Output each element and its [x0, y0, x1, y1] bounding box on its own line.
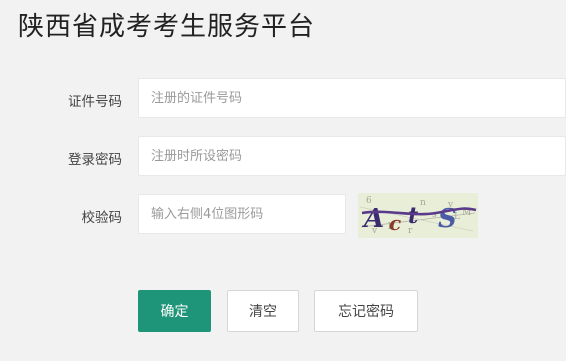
id-number-input[interactable] — [138, 78, 566, 118]
id-number-label: 证件号码 — [68, 94, 122, 110]
clear-button[interactable]: 清空 — [227, 290, 299, 332]
page-title: 陕西省成考考生服务平台 — [18, 12, 316, 42]
svg-text:A: A — [361, 204, 384, 234]
confirm-button[interactable]: 确定 — [138, 290, 211, 332]
captcha-graphic: 6 l n s v L M r v A c t S — [358, 193, 478, 238]
svg-text:n: n — [420, 198, 426, 208]
password-label: 登录密码 — [68, 152, 122, 168]
captcha-input[interactable] — [138, 194, 346, 234]
captcha-image[interactable]: 6 l n s v L M r v A c t S — [358, 193, 478, 238]
password-input[interactable] — [138, 136, 566, 176]
captcha-label: 校验码 — [81, 210, 123, 226]
svg-text:t: t — [408, 203, 418, 229]
svg-text:c: c — [389, 211, 401, 235]
forgot-password-button[interactable]: 忘记密码 — [314, 290, 418, 332]
